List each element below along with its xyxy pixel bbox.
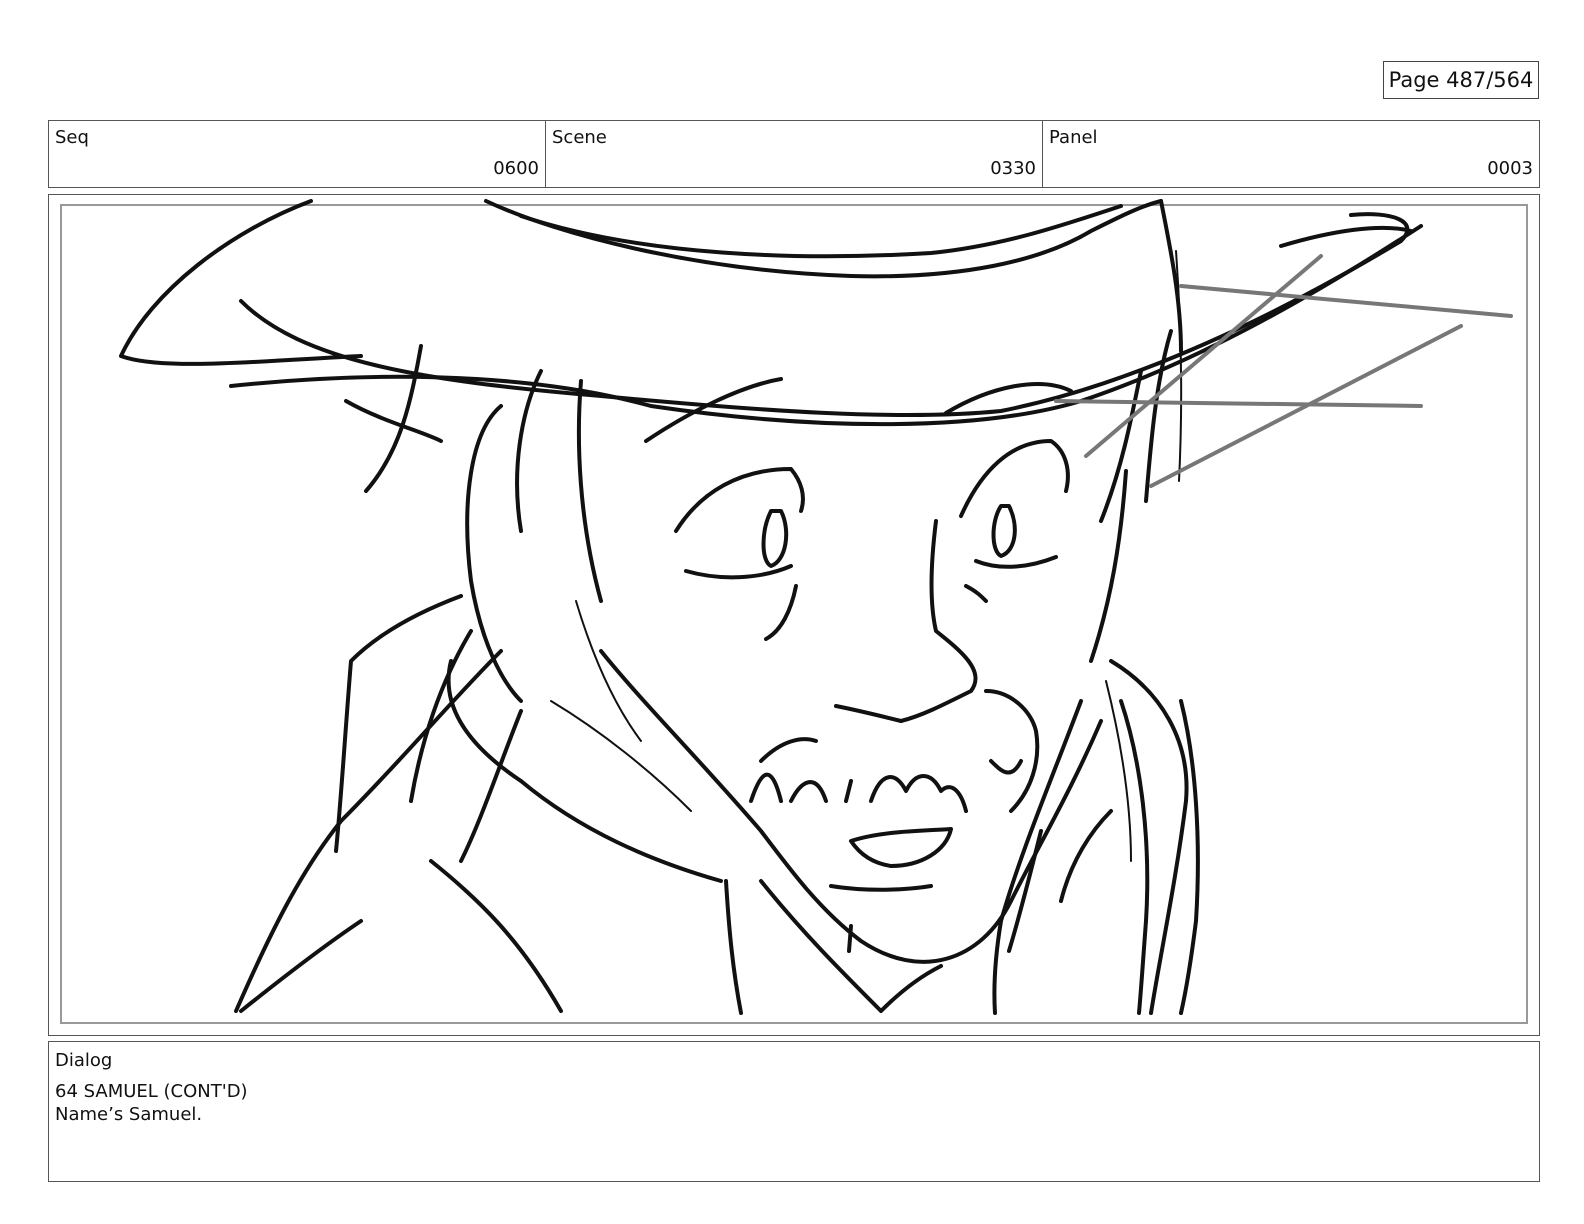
dialog-text: 64 SAMUEL (CONT'D) Name’s Samuel. [55,1080,248,1126]
dialog-label: Dialog [55,1050,113,1071]
dialog-line: 64 SAMUEL (CONT'D) [55,1081,248,1102]
seq-label: Seq [55,127,89,148]
dialog-box: Dialog 64 SAMUEL (CONT'D) Name’s Samuel. [48,1041,1540,1182]
scene-label: Scene [552,127,607,148]
seq-value: 0600 [493,158,539,179]
panel-cell: Panel 0003 [1043,121,1539,187]
page-number: Page 487/564 [1383,61,1539,99]
panel-label: Panel [1049,127,1098,148]
panel-value: 0003 [1487,158,1533,179]
seq-cell: Seq 0600 [49,121,546,187]
storyboard-sketch-cowboy-icon [60,199,1528,1024]
scene-cell: Scene 0330 [546,121,1043,187]
storyboard-panel [48,194,1540,1036]
dialog-line: Name’s Samuel. [55,1104,203,1125]
shot-info-row: Seq 0600 Scene 0330 Panel 0003 [48,120,1540,188]
scene-value: 0330 [990,158,1036,179]
